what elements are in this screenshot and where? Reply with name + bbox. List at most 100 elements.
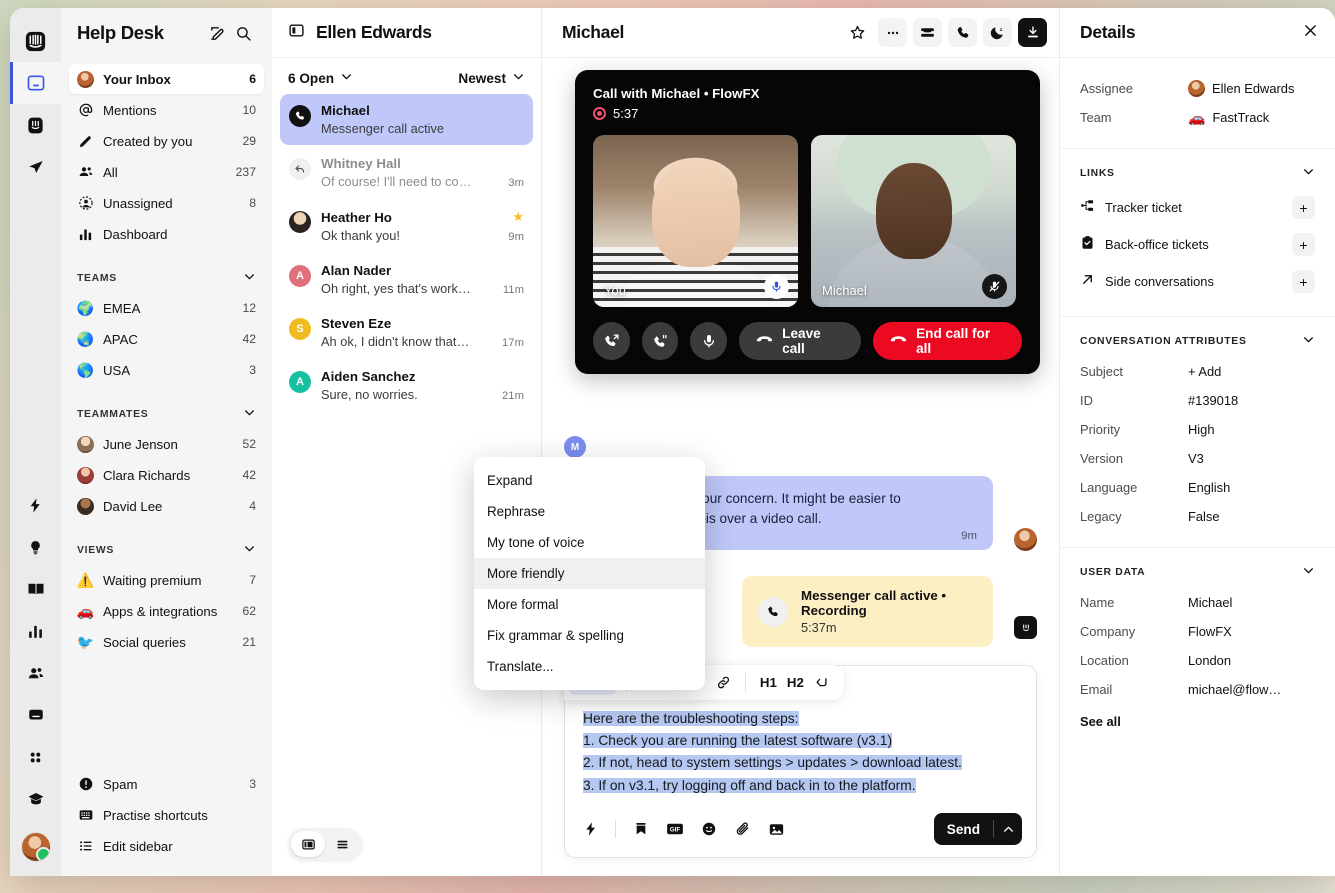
status-filter-dropdown[interactable]: 6 Open [288, 70, 353, 86]
compose-icon[interactable] [204, 20, 230, 46]
sidebar-section-views[interactable]: VIEWS [69, 535, 264, 565]
attribute-row-version[interactable]: Version V3 [1080, 444, 1315, 473]
link-row-back-office-tickets[interactable]: Back-office tickets + [1080, 226, 1315, 263]
links-section-header[interactable]: LINKS [1080, 165, 1315, 181]
snooze-moon-icon[interactable]: z [983, 18, 1012, 47]
search-icon[interactable] [230, 20, 256, 46]
add-icon[interactable]: + [1292, 270, 1315, 293]
video-tile-michael[interactable]: Michael [811, 135, 1016, 307]
userdata-row-company[interactable]: Company FlowFX [1080, 617, 1315, 646]
sidebar-item-david-lee[interactable]: David Lee 4 [69, 491, 264, 521]
sidebar-item-unassigned[interactable]: Unassigned 8 [69, 188, 264, 218]
detail-row-team[interactable]: Team 🚗 FastTrack [1080, 103, 1315, 132]
list-view-icon[interactable] [325, 831, 359, 857]
chevron-down-icon[interactable] [243, 406, 256, 422]
ai-menu-item-translate[interactable]: Translate... [474, 651, 705, 682]
close-icon[interactable] [1302, 22, 1319, 44]
apps-grid-icon[interactable] [10, 736, 61, 778]
gif-icon[interactable]: GIF [663, 818, 686, 841]
panel-toggle-icon[interactable] [288, 22, 305, 44]
attribute-row-legacy[interactable]: Legacy False [1080, 502, 1315, 531]
sidebar-item-dashboard[interactable]: Dashboard [69, 219, 264, 249]
sidebar-item-social-queries[interactable]: 🐦 Social queries 21 [69, 627, 264, 657]
phone-icon[interactable] [948, 18, 977, 47]
star-icon[interactable]: ★ [512, 209, 524, 225]
link-row-tracker-ticket[interactable]: Tracker ticket + [1080, 189, 1315, 226]
sidebar-item-your-inbox[interactable]: Your Inbox 6 [69, 64, 264, 94]
see-all-button[interactable]: See all [1080, 714, 1315, 729]
link-button[interactable] [711, 670, 736, 695]
chevron-down-icon[interactable] [243, 270, 256, 286]
sidebar-item-june-jenson[interactable]: June Jenson 52 [69, 429, 264, 459]
sidebar-item-apac[interactable]: 🌏 APAC 42 [69, 324, 264, 354]
lightbulb-icon[interactable] [10, 526, 61, 568]
saved-reply-icon[interactable] [629, 818, 652, 841]
mic-on-icon[interactable] [764, 274, 789, 299]
messenger-icon[interactable] [10, 104, 61, 146]
userdata-row-location[interactable]: Location London [1080, 646, 1315, 675]
userdata-row-email[interactable]: Email michael@flow… [1080, 675, 1315, 704]
emoji-icon[interactable] [697, 818, 720, 841]
mute-mic-icon[interactable] [690, 322, 728, 360]
attribute-row-subject[interactable]: Subject + Add [1080, 357, 1315, 386]
chat-icon[interactable] [10, 694, 61, 736]
chevron-down-icon[interactable] [243, 542, 256, 558]
sidebar-item-clara-richards[interactable]: Clara Richards 42 [69, 460, 264, 490]
automation-bolt-icon[interactable] [10, 484, 61, 526]
intercom-logo-icon[interactable] [10, 20, 61, 62]
attribute-row-id[interactable]: ID #139018 [1080, 386, 1315, 415]
h1-button[interactable]: H1 [755, 670, 782, 695]
video-tile-you[interactable]: You [593, 135, 798, 307]
sidebar-section-teams[interactable]: TEAMS [69, 263, 264, 293]
attachment-icon[interactable] [731, 818, 754, 841]
sidebar-item-practise-shortcuts[interactable]: Practise shortcuts [69, 800, 264, 830]
sidebar-item-created-by-you[interactable]: Created by you 29 [69, 126, 264, 156]
conversation-item-heather-ho[interactable]: Heather Ho ★ Ok thank you! 9m [280, 200, 533, 252]
hold-call-icon[interactable] [641, 322, 679, 360]
ai-menu-item-more-friendly[interactable]: More friendly [474, 558, 705, 589]
attribute-row-language[interactable]: Language English [1080, 473, 1315, 502]
more-ellipsis-icon[interactable] [878, 18, 907, 47]
sidebar-item-spam[interactable]: Spam 3 [69, 769, 264, 799]
add-icon[interactable]: + [1292, 196, 1315, 219]
user-avatar[interactable] [20, 832, 51, 862]
ai-menu-item-fix-grammar-spelling[interactable]: Fix grammar & spelling [474, 620, 705, 651]
attribute-row-priority[interactable]: Priority High [1080, 415, 1315, 444]
star-icon[interactable] [843, 18, 872, 47]
send-options-caret-up-icon[interactable] [994, 823, 1022, 836]
sidebar-item-waiting-premium[interactable]: ⚠️ Waiting premium 7 [69, 565, 264, 595]
chevron-down-icon[interactable] [1302, 165, 1315, 181]
userdata-row-name[interactable]: Name Michael [1080, 588, 1315, 617]
conversation-item-michael[interactable]: Michael Messenger call active [280, 94, 533, 145]
chevron-down-icon[interactable] [1302, 333, 1315, 349]
conversation-item-steven-eze[interactable]: S Steven Eze Ah ok, I didn't know that… … [280, 307, 533, 358]
add-icon[interactable]: + [1292, 233, 1315, 256]
shortcut-bolt-icon[interactable] [579, 818, 602, 841]
conversation-item-aiden-sanchez[interactable]: A Aiden Sanchez Sure, no worries. 21m [280, 360, 533, 411]
attributes-section-header[interactable]: CONVERSATION ATTRIBUTES [1080, 333, 1315, 349]
sidebar-item-apps-integrations[interactable]: 🚗 Apps & integrations 62 [69, 596, 264, 626]
end-call-for-all-button[interactable]: End call for all [873, 322, 1022, 360]
reports-bar-icon[interactable] [10, 610, 61, 652]
detail-row-assignee[interactable]: Assignee Ellen Edwards [1080, 74, 1315, 103]
ticket-icon[interactable] [913, 18, 942, 47]
split-view-icon[interactable] [291, 831, 325, 857]
send-button[interactable]: Send [934, 822, 993, 837]
sidebar-section-teammates[interactable]: TEAMMATES [69, 399, 264, 429]
ai-menu-item-more-formal[interactable]: More formal [474, 589, 705, 620]
send-icon[interactable] [10, 146, 61, 188]
academy-cap-icon[interactable] [10, 778, 61, 820]
sort-filter-dropdown[interactable]: Newest [458, 70, 525, 86]
sidebar-item-mentions[interactable]: Mentions 10 [69, 95, 264, 125]
sidebar-item-edit-sidebar[interactable]: Edit sidebar [69, 831, 264, 861]
ai-menu-item-rephrase[interactable]: Rephrase [474, 496, 705, 527]
inbox-icon[interactable] [10, 62, 61, 104]
snippet-button[interactable] [809, 670, 834, 695]
close-conversation-icon[interactable] [1018, 18, 1047, 47]
link-row-side-conversations[interactable]: Side conversations + [1080, 263, 1315, 300]
sidebar-item-emea[interactable]: 🌍 EMEA 12 [69, 293, 264, 323]
transfer-call-icon[interactable] [593, 322, 630, 360]
mic-muted-icon[interactable] [982, 274, 1007, 299]
conversation-item-whitney-hall[interactable]: Whitney Hall Of course! I'll need to co…… [280, 147, 533, 198]
sidebar-item-all[interactable]: All 237 [69, 157, 264, 187]
